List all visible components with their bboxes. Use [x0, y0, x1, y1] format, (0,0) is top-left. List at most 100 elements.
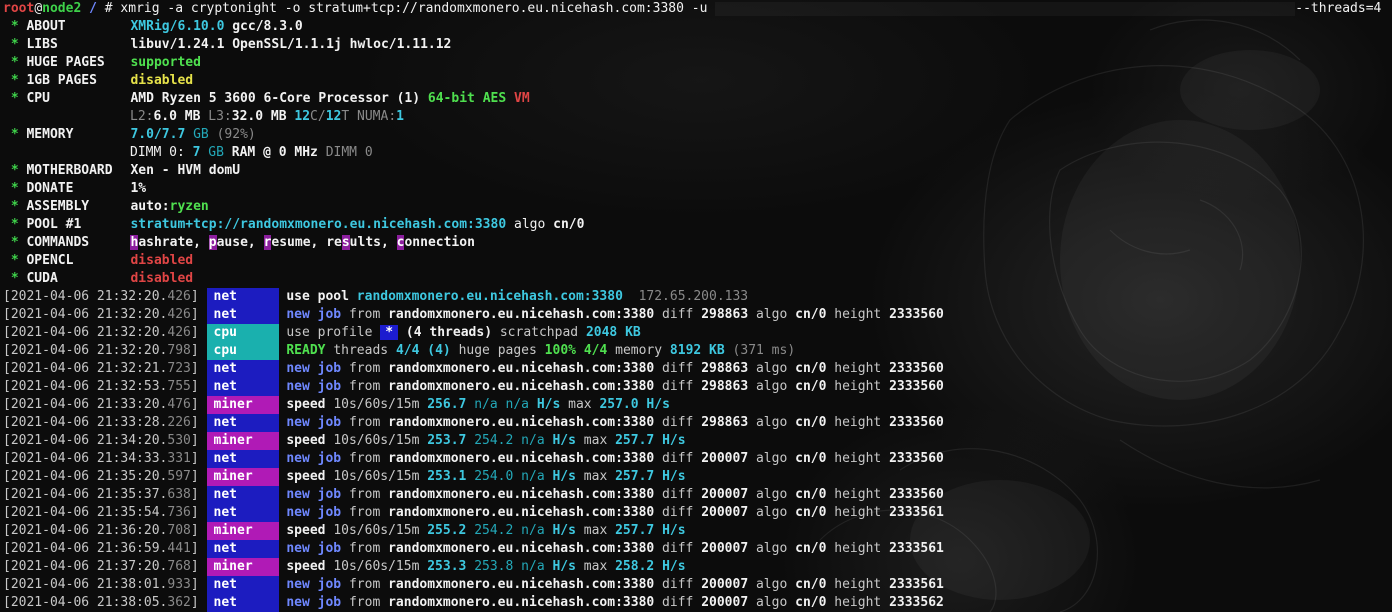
- speed-15m: n/a: [521, 469, 545, 484]
- command-tail: --threads=4: [1295, 1, 1382, 16]
- job-host: randomxmonero.eu.nicehash.com:3380: [388, 577, 655, 592]
- job-label: job: [317, 379, 342, 394]
- bracket: ]: [190, 397, 199, 412]
- prompt-at: @: [34, 1, 43, 16]
- speed-max: 257.7: [615, 523, 655, 538]
- pool-algo: cn/0: [553, 217, 585, 232]
- job-label: job: [317, 487, 342, 502]
- speed-windows: 10s/60s/15m: [333, 469, 420, 484]
- pool-algo-label: algo: [514, 217, 546, 232]
- job-label: job: [317, 307, 342, 322]
- summary-opencl: * OPENCL disabled: [3, 252, 1389, 270]
- bracket: ]: [190, 415, 199, 430]
- cpu-aes: AES: [482, 91, 507, 106]
- log-milliseconds: 736: [167, 505, 191, 520]
- bracket: ]: [190, 487, 199, 502]
- bracket: [: [3, 397, 11, 412]
- log-line: [2021-04-06 21:38:01.933] net new job fr…: [3, 576, 1389, 594]
- log-line: [2021-04-06 21:32:21.723] net new job fr…: [3, 360, 1389, 378]
- job-height: 2333560: [889, 379, 944, 394]
- new-label: new: [286, 577, 310, 592]
- max-label: max: [568, 397, 592, 412]
- from-label: from: [348, 307, 381, 322]
- job-height: 2333560: [889, 307, 944, 322]
- log-milliseconds: 226: [167, 415, 191, 430]
- prompt-symbol: #: [104, 1, 113, 16]
- log-milliseconds: 933: [167, 577, 191, 592]
- job-label: job: [317, 577, 342, 592]
- threads-label: threads: [333, 343, 389, 358]
- summary-key: CUDA: [26, 271, 58, 286]
- height-label: height: [834, 595, 882, 610]
- log-line: [2021-04-06 21:32:20.426] net use pool r…: [3, 288, 1389, 306]
- algo-label: algo: [755, 487, 788, 502]
- job-height: 2333561: [889, 577, 944, 592]
- job-diff: 298863: [701, 415, 749, 430]
- job-height: 2333562: [889, 595, 944, 610]
- from-label: from: [348, 379, 381, 394]
- log-milliseconds: 768: [167, 559, 191, 574]
- log-milliseconds: 597: [167, 469, 191, 484]
- job-host: randomxmonero.eu.nicehash.com:3380: [388, 415, 655, 430]
- diff-label: diff: [662, 307, 694, 322]
- bullet-star: *: [10, 181, 19, 196]
- cpu-cores: 12: [294, 109, 311, 124]
- speed-15m: n/a: [521, 523, 545, 538]
- bullet-star: *: [10, 217, 19, 232]
- job-algo: cn/0: [795, 595, 827, 610]
- diff-label: diff: [662, 595, 694, 610]
- prompt-user: root: [3, 1, 35, 16]
- speed-60s: 254.2: [474, 433, 514, 448]
- log-tag-net: net: [206, 576, 279, 594]
- summary-cpu: * CPU AMD Ryzen 5 3600 6-Core Processor (…: [3, 90, 1389, 108]
- terminal-window[interactable]: root@node2 / # xmrig -a cryptonight -o s…: [0, 0, 1392, 612]
- height-label: height: [834, 451, 882, 466]
- algo-label: algo: [755, 415, 788, 430]
- log-milliseconds: 362: [167, 595, 191, 610]
- cuda-value: disabled: [130, 271, 194, 286]
- summary-huge-pages: * HUGE PAGES supported: [3, 54, 1389, 72]
- algo-label: algo: [755, 595, 788, 610]
- job-algo: cn/0: [795, 379, 827, 394]
- speed-10s: 255.2: [427, 523, 467, 538]
- log-tag-miner: miner: [206, 558, 279, 576]
- log-milliseconds: 441: [167, 541, 191, 556]
- pool-host: randomxmonero.eu.nicehash.com:3380: [356, 289, 623, 304]
- summary-dimm: DIMM 0: 7 GB RAM @ 0 MHz DIMM 0: [3, 144, 1389, 162]
- log-tag-net: net: [206, 450, 279, 468]
- speed-label: speed: [286, 397, 326, 412]
- summary-key: COMMANDS: [26, 235, 90, 250]
- log-line: [2021-04-06 21:36:59.441] net new job fr…: [3, 540, 1389, 558]
- diff-label: diff: [662, 415, 694, 430]
- scratchpad-label: scratchpad: [499, 325, 579, 340]
- hs-unit: H/s: [646, 397, 670, 412]
- bracket: [: [3, 487, 11, 502]
- summary-key: DONATE: [26, 181, 74, 196]
- log-milliseconds: 426: [167, 325, 191, 340]
- hotkey-p[interactable]: p: [208, 235, 217, 250]
- summary-commands: * COMMANDS hashrate, pause, resume, resul…: [3, 234, 1389, 252]
- log-milliseconds: 755: [167, 379, 191, 394]
- job-host: randomxmonero.eu.nicehash.com:3380: [388, 451, 655, 466]
- summary-key: CPU: [26, 91, 50, 106]
- new-label: new: [286, 541, 310, 556]
- job-host: randomxmonero.eu.nicehash.com:3380: [388, 595, 655, 610]
- log-tag-cpu: cpu: [206, 342, 279, 360]
- bracket: ]: [190, 559, 199, 574]
- height-label: height: [834, 307, 882, 322]
- bracket: ]: [190, 325, 199, 340]
- prompt-path: /: [89, 1, 97, 16]
- cpu-cores-suffix: C/: [310, 109, 326, 124]
- bracket: [: [3, 379, 11, 394]
- memory-pct: (92%): [216, 127, 256, 142]
- new-label: new: [286, 451, 310, 466]
- command-name: ashrate: [138, 235, 194, 250]
- hotkey-s[interactable]: s: [341, 235, 350, 250]
- log-timestamp: 2021-04-06 21:35:37: [10, 487, 160, 502]
- command-name: ults: [349, 235, 381, 250]
- job-host: randomxmonero.eu.nicehash.com:3380: [388, 361, 655, 376]
- one-gb-pages-value: disabled: [130, 73, 194, 88]
- bracket: ]: [190, 595, 199, 610]
- height-label: height: [834, 379, 882, 394]
- hs-unit: H/s: [552, 559, 576, 574]
